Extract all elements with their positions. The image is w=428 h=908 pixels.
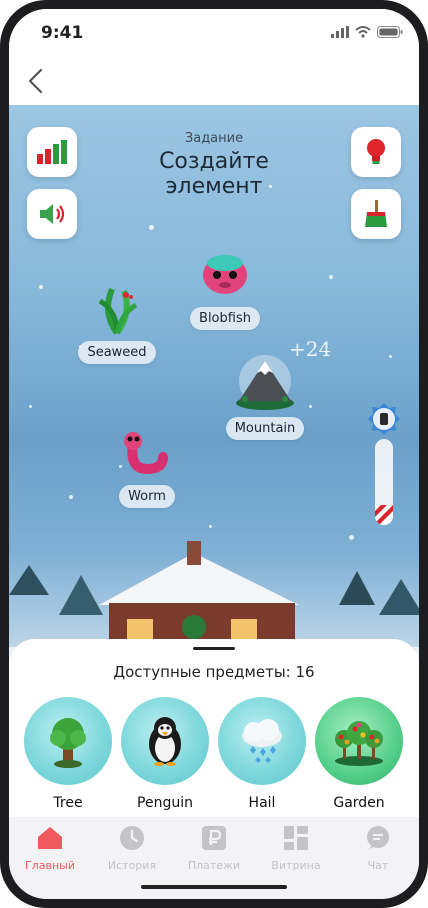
item-penguin[interactable]: Penguin — [120, 697, 210, 811]
item-circle-penguin — [121, 697, 209, 785]
game-scene: Задание Создайте элемент Blobfish Seawee… — [9, 105, 419, 665]
tab-home[interactable]: Главный — [9, 825, 91, 872]
panel-title: Доступные предметы: 16 — [113, 663, 315, 681]
element-worm[interactable]: Worm — [99, 429, 195, 508]
tab-showcase[interactable]: Витрина — [255, 825, 337, 872]
item-label-garden: Garden — [333, 795, 385, 811]
tab-label-showcase: Витрина — [271, 859, 321, 872]
hail-cloud-icon — [242, 719, 282, 763]
seaweed-image — [98, 287, 138, 335]
bonus-points: +24 — [289, 337, 332, 361]
tab-label-home: Главный — [25, 859, 75, 872]
item-label-tree: Tree — [53, 795, 83, 811]
tab-chat[interactable]: Чат — [337, 825, 419, 872]
element-seaweed[interactable]: Seaweed — [69, 283, 165, 364]
blobfish-image — [203, 255, 247, 294]
element-label-worm: Worm — [119, 485, 175, 508]
status-bar: 9:41 — [9, 9, 419, 57]
tab-label-chat: Чат — [367, 859, 389, 872]
garden-icon — [335, 721, 383, 766]
meter-graphic — [368, 403, 400, 525]
tree-icon — [50, 718, 86, 768]
home-icon — [38, 827, 62, 849]
tab-label-history: История — [107, 859, 157, 872]
item-label-hail: Hail — [248, 795, 276, 811]
lightbulb-icon — [367, 139, 385, 164]
element-mountain[interactable]: Mountain — [217, 353, 313, 440]
stats-button[interactable] — [27, 127, 77, 177]
tab-payments[interactable]: Платежи — [173, 825, 255, 872]
speaker-icon — [40, 204, 65, 224]
back-chevron-icon[interactable] — [23, 67, 49, 95]
item-circle-tree — [24, 697, 112, 785]
panel-grab-handle[interactable] — [193, 647, 235, 650]
ruble-icon — [202, 826, 226, 850]
hint-button[interactable] — [351, 127, 401, 177]
item-circle-hail — [218, 697, 306, 785]
status-time: 9:41 — [41, 23, 84, 43]
task-title-text: Создайте элемент — [159, 149, 269, 199]
tab-label-payments: Платежи — [187, 859, 241, 872]
item-hail[interactable]: Hail — [217, 697, 307, 811]
wifi-icon — [355, 26, 371, 38]
clock-icon — [120, 826, 144, 850]
nav-bar — [9, 57, 419, 105]
clear-button[interactable] — [351, 189, 401, 239]
tab-bar: Главный История Платежи Витрина Чат — [9, 817, 419, 899]
element-label-seaweed: Seaweed — [78, 341, 156, 364]
tab-history[interactable]: История — [91, 825, 173, 872]
element-label-blobfish: Blobfish — [190, 307, 260, 330]
signal-icon — [331, 26, 349, 38]
bar-chart-icon — [37, 140, 67, 164]
element-label-mountain: Mountain — [225, 417, 305, 440]
status-icons — [331, 26, 403, 38]
penguin-icon — [149, 717, 181, 766]
item-garden[interactable]: Garden — [314, 697, 404, 811]
sound-button[interactable] — [27, 189, 77, 239]
grid-icon — [284, 826, 308, 850]
item-circle-garden — [315, 697, 403, 785]
device-frame: 9:41 Задание Создайте элемент Blobfish S… — [0, 0, 428, 908]
element-blobfish[interactable]: Blobfish — [177, 249, 273, 330]
screen: 9:41 Задание Создайте элемент Blobfish S… — [9, 9, 419, 899]
progress-meter — [366, 401, 402, 531]
item-tree[interactable]: Tree — [23, 697, 113, 811]
home-indicator — [141, 885, 287, 889]
items-panel: Доступные предметы: 16 Tree Penguin Hail… — [9, 639, 419, 817]
mountain-image — [236, 355, 294, 410]
battery-icon — [377, 26, 403, 38]
worm-image — [124, 432, 168, 475]
chat-icon — [367, 826, 389, 849]
item-label-penguin: Penguin — [137, 795, 193, 811]
broom-icon — [365, 200, 387, 227]
